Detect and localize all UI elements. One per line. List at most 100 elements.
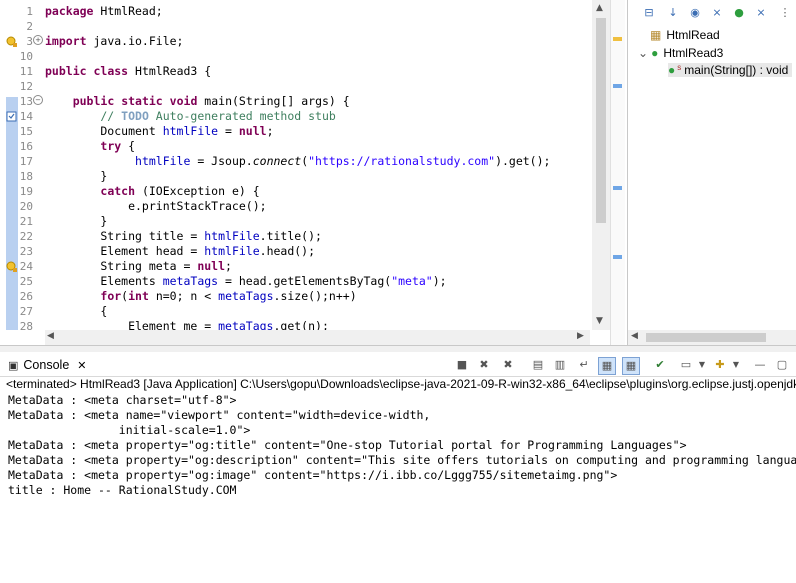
task-icon[interactable] <box>6 111 17 122</box>
scroll-down-icon[interactable]: ▼ <box>596 316 603 326</box>
code-line[interactable]: 27 { <box>0 304 595 319</box>
code-text: public static void main(String[] args) { <box>72 94 350 108</box>
collapse-fold-icon[interactable]: − <box>33 95 43 105</box>
chevron-down-icon[interactable]: ▼ <box>694 357 710 373</box>
warning-icon[interactable] <box>6 36 17 47</box>
code-line[interactable]: 19 catch (IOException e) { <box>0 184 595 199</box>
overview-ruler[interactable] <box>610 0 625 345</box>
expand-fold-icon[interactable]: + <box>33 35 43 45</box>
sort-icon[interactable]: ↓ <box>666 6 680 20</box>
code-text: for(int n=0; n < metaTags.size();n++) <box>100 289 357 303</box>
warning-marker[interactable] <box>613 37 622 41</box>
show-on-stderr-icon[interactable]: ▦ <box>622 357 640 375</box>
line-number: 11 <box>19 65 33 78</box>
outline-item-package[interactable]: ▦ HtmlRead <box>650 28 720 42</box>
scroll-left-icon[interactable]: ◀ <box>47 331 54 341</box>
view-menu-icon[interactable]: ⋮ <box>778 6 792 20</box>
hide-non-public-icon[interactable]: ● <box>732 6 746 20</box>
terminate-icon[interactable]: ■ <box>454 357 470 373</box>
console-line: initial-scale=1.0"> <box>8 423 251 437</box>
code-line[interactable]: 13− public static void main(String[] arg… <box>0 94 595 109</box>
code-line[interactable]: 11 public class HtmlRead3 { <box>0 64 595 79</box>
code-line[interactable]: 1 package HtmlRead; <box>0 4 595 19</box>
code-line[interactable]: 22 String title = htmlFile.title(); <box>0 229 595 244</box>
console-line: title : Home -- RationalStudy.COM <box>8 483 237 497</box>
code-line[interactable]: 15 Document htmlFile = null; <box>0 124 595 139</box>
scroll-up-icon[interactable]: ▲ <box>596 3 603 13</box>
code-line[interactable]: 2 <box>0 19 595 34</box>
code-line[interactable]: 21 } <box>0 214 595 229</box>
line-number: 13 <box>19 95 33 108</box>
hide-fields-icon[interactable]: ◉ <box>688 6 702 20</box>
remove-all-launches-icon[interactable]: ✖ <box>500 357 516 373</box>
outline-horizontal-scrollbar[interactable]: ◀ <box>628 330 796 345</box>
line-number: 1 <box>26 5 33 18</box>
hide-local-types-icon[interactable]: ⨯ <box>754 6 768 20</box>
code-line[interactable]: 25 Elements metaTags = head.getElementsB… <box>0 274 595 289</box>
new-console-icon[interactable]: ✚ <box>712 357 728 373</box>
console-line: MetaData : <meta property="og:descriptio… <box>8 453 796 467</box>
chevron-down-icon[interactable]: ▼ <box>728 357 744 373</box>
close-icon[interactable]: ✕ <box>77 359 86 372</box>
clear-console-icon[interactable]: ▤ <box>530 357 546 373</box>
code-line[interactable]: 10 <box>0 49 595 64</box>
static-marker: s <box>677 63 682 72</box>
outline-item-method[interactable]: ● s main(String[]) : void <box>668 63 793 77</box>
code-line[interactable]: 12 <box>0 79 595 94</box>
code-editor[interactable]: 1 package HtmlRead; 2 3 + import java.io.File… <box>0 0 610 345</box>
maximize-icon[interactable]: ▢ <box>774 357 790 373</box>
line-number: 16 <box>19 140 33 153</box>
code-text: String meta = null; <box>45 259 232 273</box>
code-line[interactable]: 24 String meta = null; <box>0 259 595 274</box>
minimize-icon[interactable]: — <box>752 357 768 373</box>
tab-console[interactable]: ▣ Console ✕ <box>8 355 87 375</box>
occurrence-marker[interactable] <box>613 255 622 259</box>
code-line[interactable]: 18 } <box>0 169 595 184</box>
occurrence-marker[interactable] <box>613 186 622 190</box>
code-text: { <box>45 304 108 318</box>
code-line[interactable]: 20 e.printStackTrace(); <box>0 199 595 214</box>
hide-static-icon[interactable]: ⨯ <box>710 6 724 20</box>
code-text: // TODO Auto-generated method stub <box>45 109 336 123</box>
display-console-icon[interactable]: ▭ <box>678 357 694 373</box>
code-line[interactable]: 16 try { <box>0 139 595 154</box>
line-number: 10 <box>19 50 33 63</box>
line-number: 26 <box>19 290 33 303</box>
line-number: 15 <box>19 125 33 138</box>
remove-launch-icon[interactable]: ✖ <box>476 357 492 373</box>
warning-icon[interactable] <box>6 261 17 272</box>
console-line: MetaData : <meta property="og:title" con… <box>8 438 687 452</box>
scroll-right-icon[interactable]: ▶ <box>577 331 584 341</box>
line-number: 24 <box>19 260 33 273</box>
outline-view: ⊟ ↓ ◉ ⨯ ● ⨯ ⋮ ▦ HtmlRead ⌄ ● HtmlRead3 ● s ma… <box>627 0 796 345</box>
line-number: 12 <box>19 80 33 93</box>
code-text: String title = htmlFile.title(); <box>45 229 322 243</box>
scroll-lock-icon[interactable]: ▥ <box>552 357 568 373</box>
pin-console-icon[interactable]: ✔ <box>652 357 668 373</box>
code-text: Elements metaTags = head.getElementsByTa… <box>45 274 447 288</box>
console-output[interactable]: MetaData : <meta charset="utf-8"> MetaDat… <box>8 393 796 583</box>
code-text: e.printStackTrace(); <box>45 199 267 213</box>
console-status: <terminated> HtmlRead3 [Java Application… <box>6 377 796 391</box>
code-line[interactable]: 14 // TODO Auto-generated method stub <box>0 109 595 124</box>
editor-vertical-scroll-thumb[interactable] <box>596 18 606 223</box>
code-line[interactable]: 26 for(int n=0; n < metaTags.size();n++) <box>0 289 595 304</box>
outline-item-class[interactable]: ⌄ ● HtmlRead3 <box>638 46 723 60</box>
show-on-stdout-icon[interactable]: ▦ <box>598 357 616 375</box>
occurrence-marker[interactable] <box>613 84 622 88</box>
package-icon: ▦ <box>650 28 662 42</box>
code-line[interactable]: 3 + import java.io.File; <box>0 34 595 49</box>
chevron-down-icon[interactable]: ⌄ <box>638 46 648 60</box>
line-number: 22 <box>19 230 33 243</box>
code-text: public class HtmlRead3 { <box>45 64 212 78</box>
line-number: 21 <box>19 215 33 228</box>
code-line[interactable]: 17 htmlFile = Jsoup.connect("https://rat… <box>0 154 595 169</box>
word-wrap-icon[interactable]: ↵ <box>576 357 592 373</box>
scroll-left-icon[interactable]: ◀ <box>631 331 638 341</box>
collapse-all-icon[interactable]: ⊟ <box>642 6 656 20</box>
code-text: try { <box>100 139 136 153</box>
outline-scroll-thumb[interactable] <box>646 333 766 342</box>
code-line[interactable]: 23 Element head = htmlFile.head(); <box>0 244 595 259</box>
method-icon: ● <box>668 63 676 77</box>
editor-horizontal-scrollbar[interactable]: ◀ ▶ <box>45 330 590 345</box>
